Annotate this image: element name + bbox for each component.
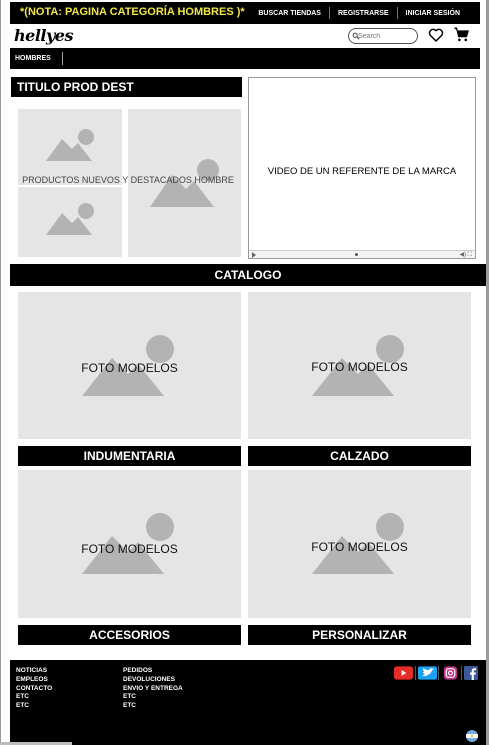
nav-divider (62, 52, 63, 65)
search-box[interactable] (348, 28, 418, 44)
catalog-title: CATALOGO (10, 264, 486, 286)
language-flag-icon[interactable] (466, 730, 478, 742)
brand-video[interactable]: VIDEO DE UN REFERENTE DE LA MARCA ◀) ⛶ (248, 77, 476, 259)
footer-link-etc[interactable]: ETC (123, 693, 183, 702)
footer-link-noticias[interactable]: NOTICIAS (16, 667, 52, 676)
footer-link-etc[interactable]: ETC (123, 702, 183, 711)
nav-item-hombres[interactable]: HOMBRES (15, 55, 51, 62)
divider (438, 666, 439, 680)
footer-link-empleos[interactable]: EMPLEOS (16, 676, 52, 685)
catalog-photo-calzado[interactable]: FOTO MODELOS (248, 292, 471, 439)
footer-link-devoluciones[interactable]: DEVOLUCIONES (123, 676, 183, 685)
footer-link-contacto[interactable]: CONTACTO (16, 685, 52, 694)
facebook-icon[interactable] (464, 666, 478, 680)
image-placeholder-icon (46, 129, 94, 161)
footer-link-etc[interactable]: ETC (16, 702, 52, 711)
photo-label: FOTO MODELOS (81, 542, 178, 556)
featured-image-1[interactable] (18, 109, 122, 185)
category-title-accesorios[interactable]: ACCESORIOS (18, 625, 241, 645)
twitter-icon[interactable] (418, 666, 437, 680)
category-title-indumentaria[interactable]: INDUMENTARIA (18, 446, 241, 466)
page-note: *(NOTA: PAGINA CATEGORÍA HOMBRES )* (20, 6, 245, 18)
photo-label: FOTO MODELOS (311, 360, 408, 374)
footer: NOTICIAS EMPLEOS CONTACTO ETC ETC PEDIDO… (10, 660, 486, 745)
catalog-photo-indumentaria[interactable]: FOTO MODELOS (18, 292, 241, 439)
divider (415, 666, 416, 680)
category-title-calzado[interactable]: CALZADO (248, 446, 471, 466)
video-caption: VIDEO DE UN REFERENTE DE LA MARCA (267, 166, 457, 177)
register-link[interactable]: REGISTRARSE (330, 10, 397, 17)
category-nav: HOMBRES (10, 48, 480, 69)
instagram-icon[interactable] (441, 666, 460, 680)
footer-column-1: NOTICIAS EMPLEOS CONTACTO ETC ETC (16, 667, 52, 711)
footer-link-pedidos[interactable]: PEDIDOS (123, 667, 183, 676)
login-link[interactable]: INICIAR SESIÓN (398, 10, 468, 17)
cart-icon[interactable] (453, 26, 470, 43)
video-controls: ◀) ⛶ (249, 250, 475, 258)
featured-image-2[interactable] (18, 187, 122, 257)
search-input[interactable] (358, 30, 416, 42)
top-links: BUSCAR TIENDAS REGISTRARSE INICIAR SESIÓ… (250, 7, 468, 19)
footer-link-etc[interactable]: ETC (16, 693, 52, 702)
youtube-icon[interactable] (394, 666, 413, 680)
find-stores-link[interactable]: BUSCAR TIENDAS (250, 10, 329, 17)
footer-column-2: PEDIDOS DEVOLUCIONES ENVIO Y ENTREGA ETC… (123, 667, 183, 711)
featured-section: TITULO PROD DEST PRODUCTOS NUEVOS Y DEST… (10, 77, 246, 261)
featured-title: TITULO PROD DEST (11, 77, 242, 97)
category-title-personalizar[interactable]: PERSONALIZAR (248, 625, 471, 645)
progress-handle[interactable] (355, 253, 358, 256)
play-icon[interactable] (252, 252, 256, 258)
catalog-photo-accesorios[interactable]: FOTO MODELOS (18, 470, 241, 618)
photo-label: FOTO MODELOS (81, 361, 178, 375)
photo-label: FOTO MODELOS (311, 540, 408, 554)
divider (461, 666, 462, 680)
heart-icon[interactable] (428, 27, 444, 43)
top-bar: *(NOTA: PAGINA CATEGORÍA HOMBRES )* BUSC… (10, 2, 480, 24)
image-placeholder-icon (150, 159, 219, 207)
catalog-photo-personalizar[interactable]: FOTO MODELOS (248, 470, 471, 618)
brand-logo[interactable]: hellyes (14, 26, 73, 45)
featured-caption: PRODUCTOS NUEVOS Y DESTACADOS HOMBRE (22, 175, 234, 185)
footer-link-envio[interactable]: ENVIO Y ENTREGA (123, 685, 183, 694)
volume-fullscreen-icon[interactable]: ◀) ⛶ (460, 251, 472, 259)
header: hellyes (10, 25, 480, 47)
image-placeholder-icon (46, 203, 94, 235)
